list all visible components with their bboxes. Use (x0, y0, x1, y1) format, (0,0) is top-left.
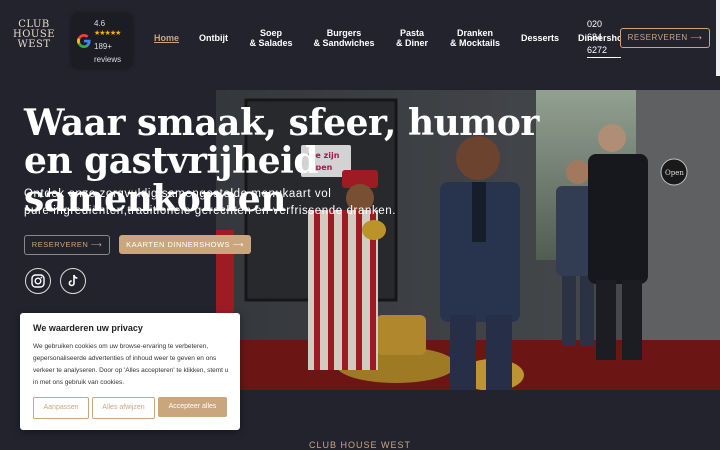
nav-label: Soep (259, 28, 282, 38)
cookie-title: We waarderen uw privacy (33, 323, 143, 333)
nav-label: & Diner (395, 38, 428, 48)
hero-subtitle: Ontdek onze zorgvuldig samengestelde men… (24, 186, 484, 220)
reserve-button-header[interactable]: RESERVEREN ⟶ (620, 28, 710, 48)
phone-part: 020 (587, 19, 603, 29)
tiktok-link[interactable] (60, 268, 86, 294)
instagram-link[interactable] (25, 268, 51, 294)
phone-part: 684 (587, 32, 603, 42)
nav-burgers-sandwiches[interactable]: Burgers & Sandwiches (313, 28, 375, 48)
site-header: CLUB HOUSE WEST 4.6 ★★★★★ 189+ reviews H… (0, 0, 720, 76)
nav-pasta-diner[interactable]: Pasta & Diner (394, 28, 430, 48)
nav-label: Ontbijt (199, 33, 228, 43)
review-count-number: 189+ (94, 42, 113, 51)
nav-label: & Mocktails (449, 38, 500, 48)
site-logo[interactable]: CLUB HOUSE WEST (12, 20, 56, 50)
nav-label: & Salades (249, 38, 293, 48)
cookie-customize-button[interactable]: Aanpassen (33, 397, 89, 419)
reserve-button[interactable]: RESERVEREN ⟶ (24, 235, 110, 255)
cookie-reject-button[interactable]: Alles afwijzen (92, 397, 155, 419)
phone-link[interactable]: 020 684 6272 (587, 18, 621, 58)
nav-label: Dranken (456, 28, 493, 38)
scrollbar[interactable] (716, 0, 720, 76)
instagram-icon (31, 274, 45, 288)
logo-line: WEST (17, 39, 51, 50)
tiktok-icon (68, 274, 78, 287)
nav-desserts[interactable]: Desserts (521, 33, 559, 43)
google-icon (77, 34, 91, 48)
google-review-badge[interactable]: 4.6 ★★★★★ 189+ reviews (72, 14, 132, 68)
review-count-label: reviews (94, 55, 122, 64)
cookie-consent-dialog: We waarderen uw privacy We gebruiken coo… (20, 313, 240, 430)
google-stars: ★★★★★ (94, 30, 121, 37)
nav-label: Burgers (326, 28, 362, 38)
phone-part: 6272 (587, 45, 608, 55)
dinnershows-button[interactable]: KAARTEN DINNERSHOWS ⟶ (119, 235, 251, 254)
section-label: CLUB HOUSE WEST (308, 440, 411, 450)
google-rating: 4.6 (94, 19, 106, 28)
google-review-count: 189+ reviews (94, 40, 130, 66)
nav-label: Pasta (399, 28, 425, 38)
cookie-text: We gebruiken cookies om uw browse-ervari… (33, 343, 229, 386)
cookie-accept-button[interactable]: Accepteer alles (158, 397, 227, 417)
nav-ontbijt[interactable]: Ontbijt (199, 33, 228, 43)
hero-subtitle-line: pure ingrediënten,traditionele gerechten… (24, 205, 397, 217)
hero-subtitle-line: Ontdek onze zorgvuldig samengestelde men… (24, 188, 332, 200)
nav-dranken-mocktails[interactable]: Dranken & Mocktails (449, 28, 501, 48)
nav-label: Desserts (521, 33, 560, 43)
nav-home[interactable]: Home (154, 33, 179, 43)
nav-label: & Sandwiches (313, 38, 375, 48)
hero-title-line: Waar smaak, sfeer, humor (24, 102, 539, 144)
nav-soep-salades[interactable]: Soep & Salades (249, 28, 293, 48)
nav-label: Home (154, 33, 180, 43)
